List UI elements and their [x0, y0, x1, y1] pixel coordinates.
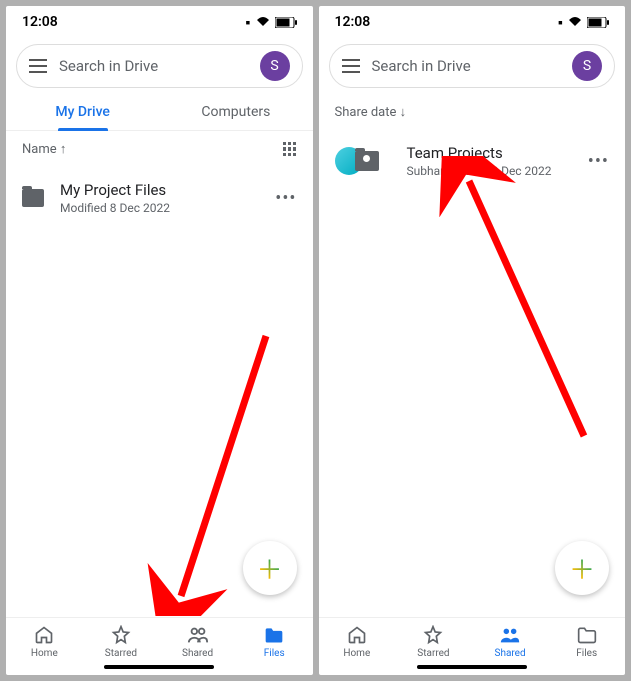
more-icon[interactable]: ••• [588, 151, 609, 172]
file-meta: Subham Stark • 8 Dec 2022 [407, 164, 572, 178]
search-bar[interactable]: Search in Drive S [329, 44, 616, 88]
battery-icon [275, 17, 297, 28]
wifi-icon [567, 16, 583, 28]
search-placeholder: Search in Drive [372, 57, 561, 75]
phone-left: 12:08 ▪ Search in Drive S My Drive Compu… [6, 6, 313, 675]
home-icon [347, 625, 367, 645]
nav-shared[interactable]: Shared [472, 624, 549, 659]
file-item[interactable]: Team Projects Subham Stark • 8 Dec 2022 … [319, 130, 626, 192]
more-icon[interactable]: ••• [275, 188, 296, 209]
shared-folder-icon [355, 151, 379, 171]
status-bar: 12:08 ▪ [6, 6, 313, 38]
file-item[interactable]: My Project Files Modified 8 Dec 2022 ••• [6, 167, 313, 229]
menu-icon[interactable] [342, 59, 360, 73]
home-indicator [417, 665, 527, 669]
plus-icon: ＋ [256, 550, 282, 587]
shared-icon [187, 625, 209, 645]
status-icons: ▪ [246, 14, 297, 31]
nav-home[interactable]: Home [319, 624, 396, 659]
fab-button[interactable]: ＋ [243, 541, 297, 595]
nav-label: Home [31, 648, 58, 659]
nav-home[interactable]: Home [6, 624, 83, 659]
bottom-nav: Home Starred Shared Files [319, 617, 626, 661]
phone-right: 12:08 ▪ Search in Drive S Share date ↓ T… [319, 6, 626, 675]
fab-button[interactable]: ＋ [555, 541, 609, 595]
nav-label: Files [264, 648, 285, 659]
nav-shared[interactable]: Shared [159, 624, 236, 659]
nav-starred[interactable]: Starred [83, 624, 160, 659]
tab-computers[interactable]: Computers [159, 94, 312, 130]
star-icon [111, 625, 131, 645]
folder-icon [22, 189, 44, 207]
nav-files[interactable]: Files [548, 624, 625, 659]
files-icon [264, 626, 284, 644]
file-info: My Project Files Modified 8 Dec 2022 [60, 181, 259, 215]
status-time: 12:08 [22, 14, 58, 30]
plus-icon: ＋ [569, 550, 595, 587]
star-icon [423, 625, 443, 645]
menu-icon[interactable] [29, 59, 47, 73]
sort-row: Name ↑ [6, 131, 313, 167]
nav-label: Starred [105, 648, 137, 659]
search-placeholder: Search in Drive [59, 57, 248, 75]
status-bar: 12:08 ▪ [319, 6, 626, 38]
sort-label[interactable]: Name ↑ [22, 141, 66, 157]
nav-label: Shared [182, 648, 213, 659]
avatar[interactable]: S [260, 51, 290, 81]
file-info: Team Projects Subham Stark • 8 Dec 2022 [407, 144, 572, 178]
status-icons: ▪ [558, 14, 609, 31]
nav-files[interactable]: Files [236, 624, 313, 659]
file-name: My Project Files [60, 181, 259, 199]
nav-label: Home [343, 648, 370, 659]
search-bar[interactable]: Search in Drive S [16, 44, 303, 88]
signal-icon: ▪ [558, 14, 563, 31]
nav-label: Starred [417, 648, 449, 659]
tabs: My Drive Computers [6, 94, 313, 131]
home-icon [34, 625, 54, 645]
file-meta: Modified 8 Dec 2022 [60, 201, 259, 215]
file-name: Team Projects [407, 144, 572, 162]
nav-label: Shared [495, 648, 526, 659]
view-toggle-icon[interactable] [283, 142, 297, 156]
bottom-nav: Home Starred Shared Files [6, 617, 313, 661]
wifi-icon [255, 16, 271, 28]
home-indicator [104, 665, 214, 669]
sort-label[interactable]: Share date ↓ [335, 104, 407, 120]
nav-label: Files [576, 648, 597, 659]
tab-my-drive[interactable]: My Drive [6, 94, 159, 130]
battery-icon [587, 17, 609, 28]
files-icon [577, 626, 597, 644]
signal-icon: ▪ [246, 14, 251, 31]
sort-row: Share date ↓ [319, 94, 626, 130]
nav-starred[interactable]: Starred [395, 624, 472, 659]
status-time: 12:08 [335, 14, 371, 30]
shared-icon [499, 625, 521, 645]
avatar[interactable]: S [572, 51, 602, 81]
